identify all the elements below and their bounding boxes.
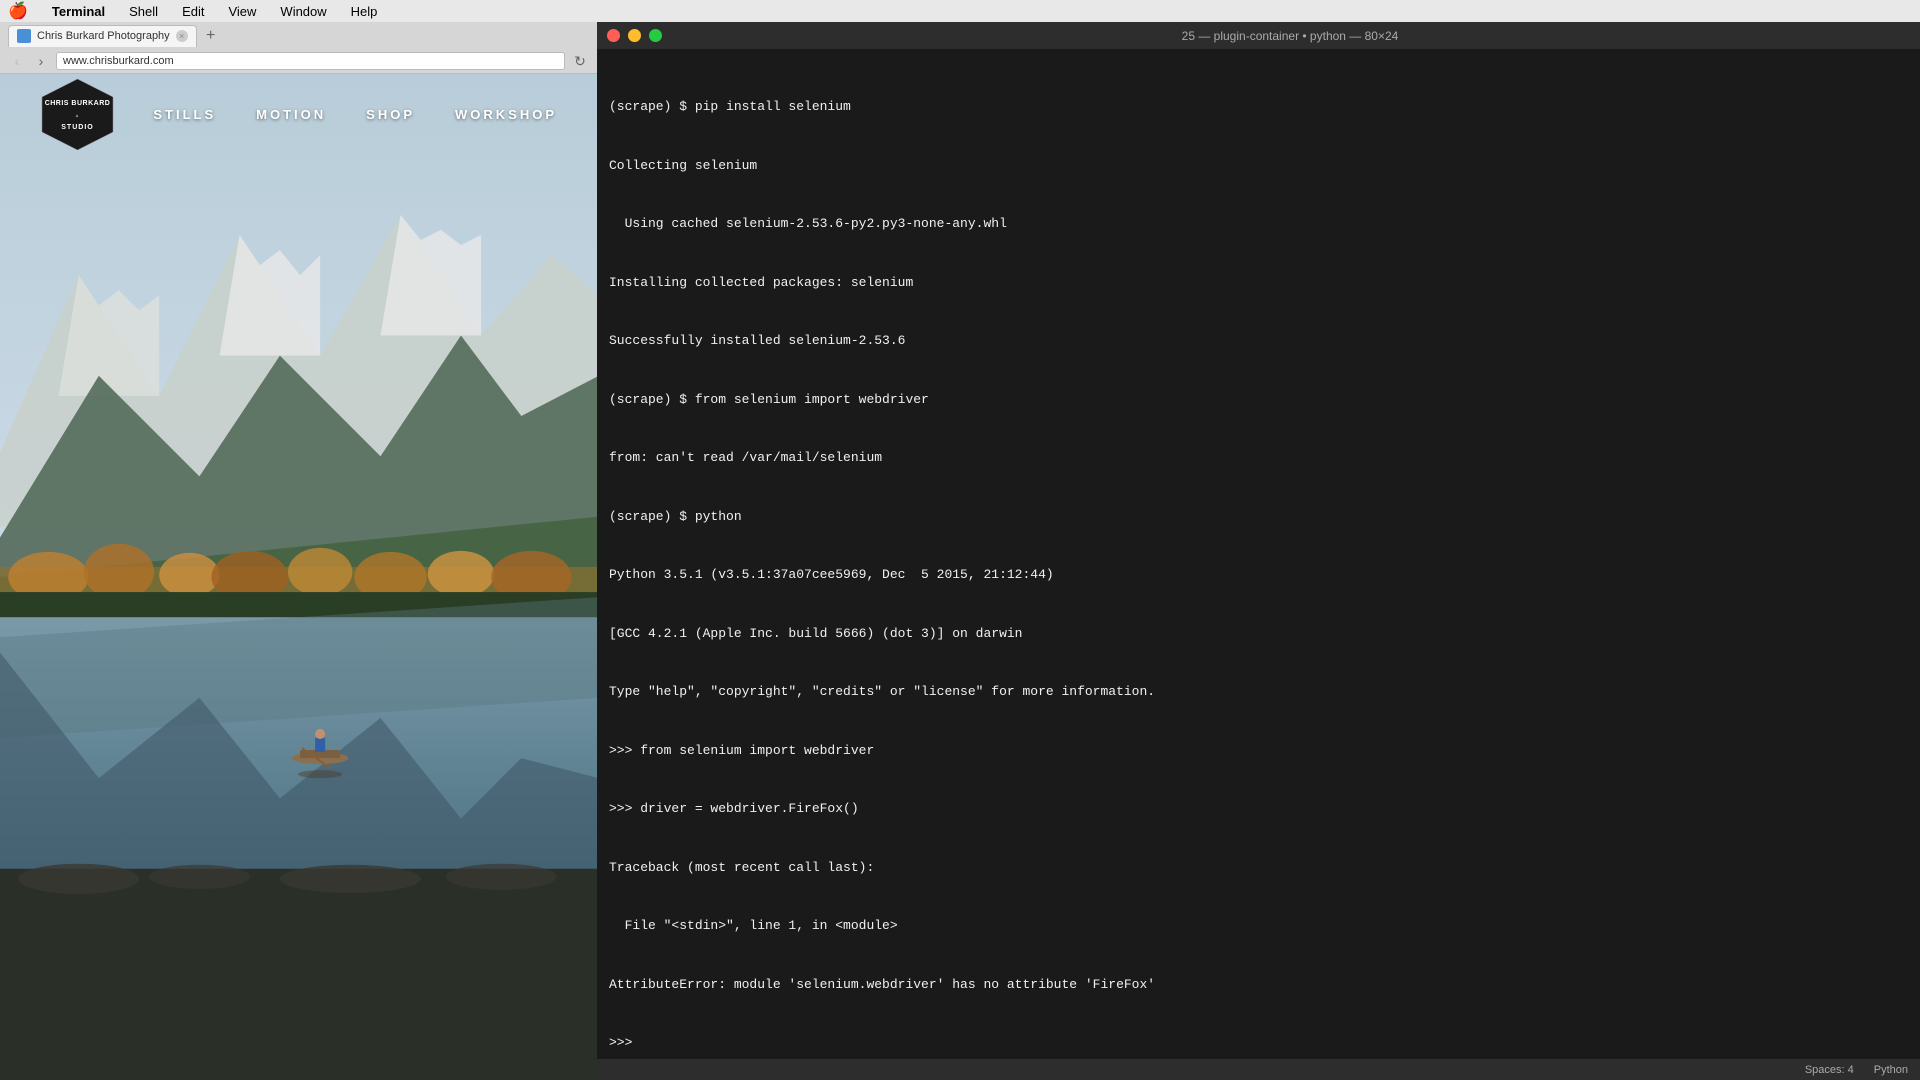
terminal-line-5: Successfully installed selenium-2.53.6 [609,331,1908,351]
menu-view[interactable]: View [224,4,260,19]
terminal-line-17: >>> [609,1033,1908,1053]
nav-shop[interactable]: SHOP [366,107,415,122]
tab-favicon-icon [17,29,31,43]
hero-image [0,74,597,1080]
terminal-line-7: from: can't read /var/mail/selenium [609,448,1908,468]
nav-motion[interactable]: MOTION [256,107,326,122]
terminal-line-12: >>> from selenium import webdriver [609,741,1908,761]
browser-window: Chris Burkard Photography × + ‹ › www.ch… [0,22,597,1080]
forward-button[interactable]: › [32,52,50,70]
website-content: CHRIS BURKARD ▲ STUDIO STILLS MOTION SHO… [0,74,597,1080]
browser-tabs: Chris Burkard Photography × + [0,22,597,49]
terminal-body[interactable]: (scrape) $ pip install selenium Collecti… [597,50,1920,1058]
svg-text:CHRIS BURKARD: CHRIS BURKARD [45,100,111,107]
terminal-line-8: (scrape) $ python [609,507,1908,527]
terminal-maximize-button[interactable] [649,29,662,42]
terminal-line-2: Collecting selenium [609,156,1908,176]
new-tab-button[interactable]: + [201,26,221,46]
address-bar[interactable]: www.chrisburkard.com [56,52,565,70]
terminal-line-13: >>> driver = webdriver.FireFox() [609,799,1908,819]
menu-window[interactable]: Window [276,4,330,19]
terminal-minimize-button[interactable] [628,29,641,42]
svg-text:STUDIO: STUDIO [61,124,93,131]
website-logo: CHRIS BURKARD ▲ STUDIO [40,77,115,152]
website-nav-links: STILLS MOTION SHOP WORKSHOP [153,107,557,122]
terminal-line-10: [GCC 4.2.1 (Apple Inc. build 5666) (dot … [609,624,1908,644]
terminal-line-11: Type "help", "copyright", "credits" or "… [609,682,1908,702]
browser-chrome: Chris Burkard Photography × + ‹ › www.ch… [0,22,597,74]
terminal-close-button[interactable] [607,29,620,42]
menu-help[interactable]: Help [347,4,382,19]
tab-title: Chris Burkard Photography [37,30,170,42]
terminal-line-3: Using cached selenium-2.53.6-py2.py3-non… [609,214,1908,234]
bottom-bar-language: Python [1874,1064,1908,1076]
tab-close-button[interactable]: × [176,30,188,42]
menu-edit[interactable]: Edit [178,4,208,19]
terminal-line-6: (scrape) $ from selenium import webdrive… [609,390,1908,410]
terminal-line-15: File "<stdin>", line 1, in <module> [609,916,1908,936]
website-nav: CHRIS BURKARD ▲ STUDIO STILLS MOTION SHO… [0,74,597,154]
menu-terminal[interactable]: Terminal [48,4,109,19]
terminal-bottom-bar: Spaces: 4 Python [597,1058,1920,1080]
nav-stills[interactable]: STILLS [153,107,216,122]
macos-menubar: 🍎 Terminal Shell Edit View Window Help [0,0,1920,22]
svg-text:▲: ▲ [75,113,81,119]
back-button[interactable]: ‹ [8,52,26,70]
terminal-titlebar: 25 — plugin-container • python — 80×24 [597,22,1920,50]
terminal-line-14: Traceback (most recent call last): [609,858,1908,878]
terminal-line-16: AttributeError: module 'selenium.webdriv… [609,975,1908,995]
terminal-window: 25 — plugin-container • python — 80×24 (… [597,22,1920,1080]
terminal-line-9: Python 3.5.1 (v3.5.1:37a07cee5969, Dec 5… [609,565,1908,585]
browser-tab-active[interactable]: Chris Burkard Photography × [8,25,197,47]
menu-shell[interactable]: Shell [125,4,162,19]
bottom-bar-spaces: Spaces: 4 [1805,1064,1854,1076]
logo-diamond-svg: CHRIS BURKARD ▲ STUDIO [40,77,115,152]
terminal-line-1: (scrape) $ pip install selenium [609,97,1908,117]
nav-workshop[interactable]: WORKSHOP [455,107,557,122]
refresh-button[interactable]: ↻ [571,52,589,70]
terminal-line-4: Installing collected packages: selenium [609,273,1908,293]
browser-toolbar: ‹ › www.chrisburkard.com ↻ [0,49,597,73]
apple-menu-icon[interactable]: 🍎 [8,1,28,21]
terminal-title: 25 — plugin-container • python — 80×24 [1182,29,1399,43]
